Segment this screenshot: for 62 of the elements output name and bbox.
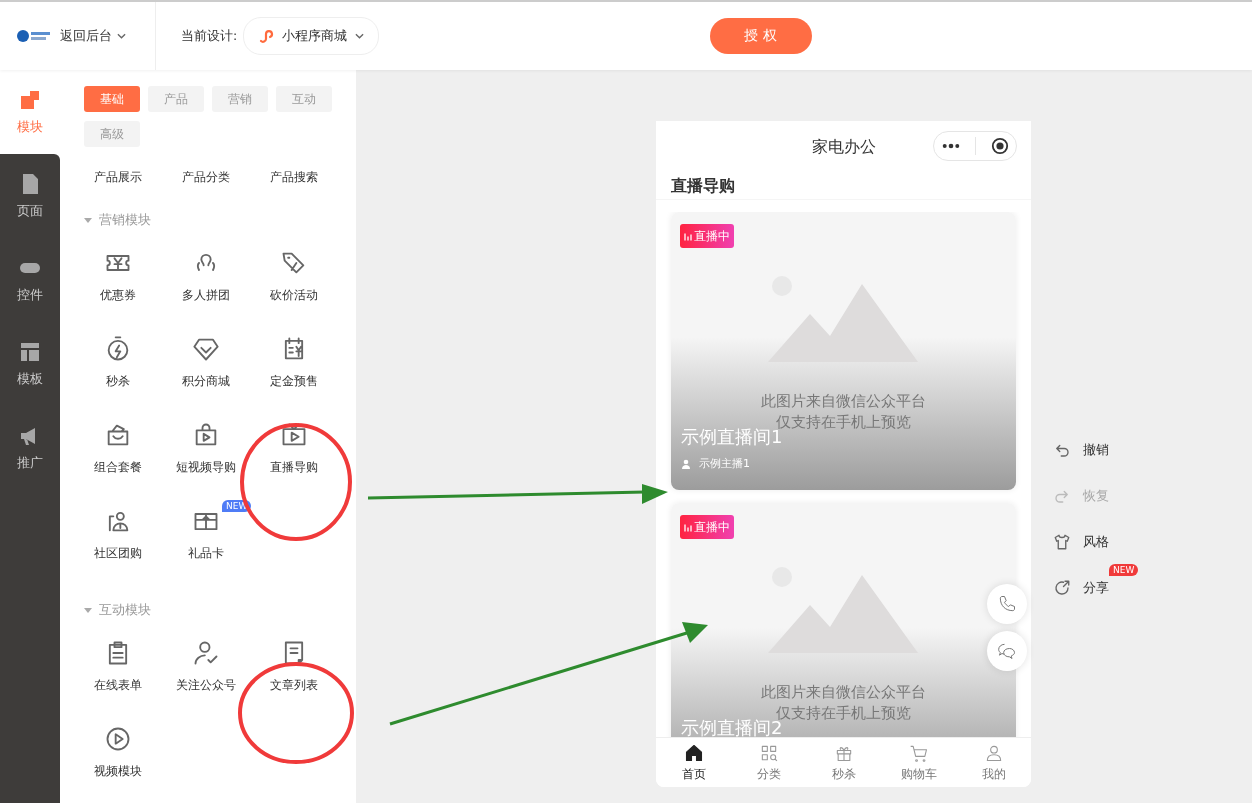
chat-bubbles-icon[interactable] — [997, 641, 1017, 661]
section-title: 互动模块 — [99, 602, 151, 618]
signal-bars-icon — [684, 522, 692, 532]
module-label[interactable]: 秒杀 — [106, 372, 130, 390]
section-heading: 直播导购 — [656, 173, 1031, 200]
toolbar-action[interactable]: 撤销 — [1053, 440, 1109, 460]
module-label[interactable]: 礼品卡 — [188, 544, 224, 562]
module-label[interactable]: 在线表单 — [94, 676, 142, 694]
toolbar-action[interactable]: 风格 — [1053, 532, 1109, 552]
current-design-label: 当前设计: — [181, 27, 238, 45]
rail-tab[interactable]: 推广 — [0, 406, 60, 490]
module-label[interactable]: 定金预售 — [270, 372, 318, 390]
tabbar-item[interactable]: 购物车 — [881, 738, 956, 787]
rail-tab[interactable]: 模板 — [0, 322, 60, 406]
host-name: 示例主播1 — [681, 456, 750, 471]
image-placeholder-icon — [768, 274, 918, 364]
tabbar-item[interactable]: 秒杀 — [806, 738, 881, 787]
tabbar-item[interactable]: 首页 — [656, 738, 731, 787]
module-label[interactable]: 砍价活动 — [270, 286, 318, 304]
design-select[interactable]: 小程序商城 — [243, 17, 380, 55]
logo-icon — [16, 29, 52, 43]
module-label[interactable]: 视频模块 — [94, 762, 142, 780]
image-placeholder-icon — [768, 565, 918, 655]
person-icon — [681, 458, 691, 469]
module-label[interactable]: 多人拼团 — [182, 286, 230, 304]
tabbar-item[interactable]: 我的 — [956, 738, 1031, 787]
signal-bars-icon — [684, 231, 692, 241]
rail-tab[interactable]: 页面 — [0, 154, 60, 238]
chevron-down-icon[interactable] — [117, 33, 126, 39]
placeholder-text: 此图片来自微信公众平台 — [761, 392, 926, 411]
home-icon[interactable] — [683, 742, 704, 763]
shirt-icon[interactable] — [1053, 533, 1071, 551]
live-badge: 直播中 — [680, 224, 734, 248]
module-label[interactable]: 短视频导购 — [176, 458, 236, 476]
rail-tab[interactable]: 控件 — [0, 238, 60, 322]
share-icon[interactable] — [1053, 579, 1071, 597]
phone-icon[interactable] — [997, 594, 1017, 614]
mini-program-icon — [258, 28, 275, 44]
module-item[interactable]: 产品展示 — [74, 169, 162, 186]
more-dots-icon[interactable] — [941, 143, 960, 149]
module-label[interactable]: 关注公众号 — [176, 676, 236, 694]
module-label[interactable]: 直播导购 — [270, 458, 318, 476]
module-label[interactable]: 积分商城 — [182, 372, 230, 390]
module-item[interactable]: 产品分类 — [162, 169, 250, 186]
module-label[interactable]: 组合套餐 — [94, 458, 142, 476]
back-to-admin-dropdown[interactable]: 返回后台 — [60, 27, 126, 45]
layout-icon[interactable] — [18, 340, 42, 364]
new-badge: NEW — [1109, 564, 1139, 576]
module-label[interactable]: 社区团购 — [94, 544, 142, 562]
chevron-down-icon[interactable] — [355, 33, 365, 39]
target-circle-icon[interactable] — [990, 137, 1009, 155]
live-room-card[interactable]: 直播中 此图片来自微信公众平台 仅支持在手机上预览 示例直播间2 — [671, 503, 1016, 737]
tabbar-item[interactable]: 分类 — [731, 738, 806, 787]
blocks-icon[interactable] — [18, 88, 42, 112]
placeholder-text: 此图片来自微信公众平台 — [761, 683, 926, 702]
section-title: 营销模块 — [99, 212, 151, 228]
module-label[interactable]: 优惠券 — [100, 286, 136, 304]
live-room-card[interactable]: 直播中 此图片来自微信公众平台 仅支持在手机上预览 示例直播间1 示例主播1 — [671, 212, 1016, 490]
page-title: 家电办公 — [811, 136, 876, 158]
module-item[interactable]: 产品搜索 — [250, 169, 338, 186]
live-badge: 直播中 — [680, 515, 734, 539]
module-label[interactable]: 文章列表 — [270, 676, 318, 694]
